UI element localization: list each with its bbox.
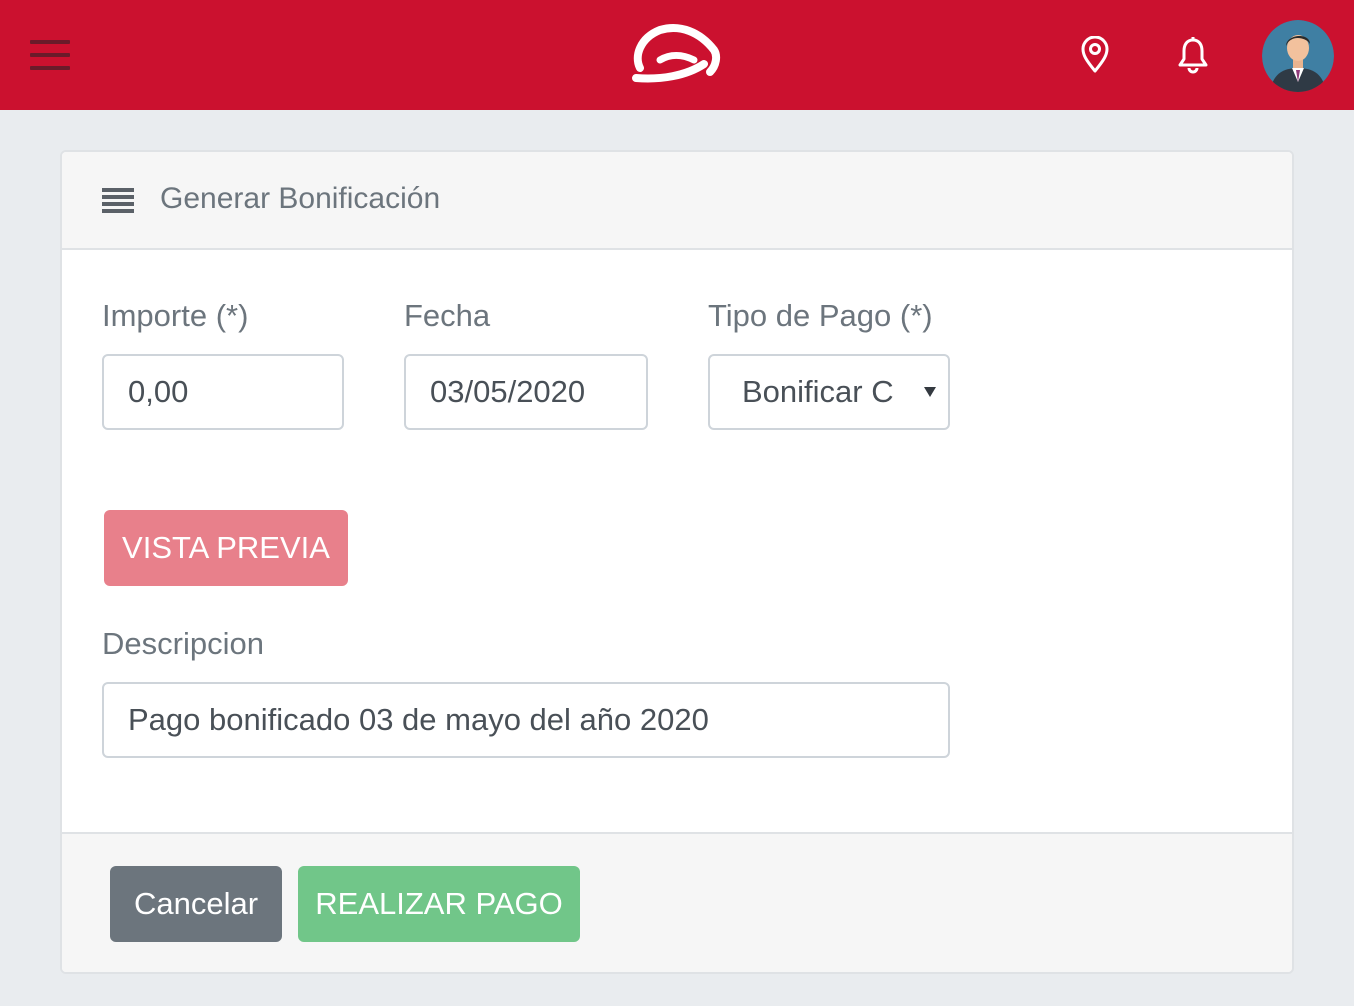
- list-icon: [102, 188, 134, 214]
- brand-logo[interactable]: [630, 20, 722, 88]
- descripcion-input[interactable]: Pago bonificado 03 de mayo del año 2020: [102, 682, 950, 758]
- user-avatar[interactable]: [1262, 20, 1334, 92]
- bonus-card: Generar Bonificación Importe (*) 0,00 Fe…: [60, 150, 1294, 974]
- bell-icon[interactable]: [1176, 36, 1210, 74]
- fecha-label: Fecha: [404, 298, 491, 333]
- card-header: Generar Bonificación: [62, 152, 1292, 250]
- card-footer: Cancelar REALIZAR PAGO: [62, 832, 1292, 972]
- cancel-button[interactable]: Cancelar: [110, 866, 282, 942]
- tipo-pago-select[interactable]: Bonificar C: [708, 354, 950, 430]
- tipo-pago-value: Bonificar C: [742, 374, 894, 409]
- importe-label: Importe (*): [102, 298, 249, 333]
- make-payment-button[interactable]: REALIZAR PAGO: [298, 866, 580, 942]
- chevron-down-icon: [924, 387, 936, 397]
- tipo-pago-label: Tipo de Pago (*): [708, 298, 933, 333]
- descripcion-label: Descripcion: [102, 626, 264, 661]
- location-pin-icon[interactable]: [1078, 36, 1112, 74]
- importe-input[interactable]: 0,00: [102, 354, 344, 430]
- fecha-input[interactable]: 03/05/2020: [404, 354, 648, 430]
- card-title: Generar Bonificación: [160, 182, 441, 215]
- preview-button[interactable]: VISTA PREVIA: [104, 510, 348, 586]
- top-navbar: [0, 0, 1354, 110]
- hamburger-menu-icon[interactable]: [30, 40, 70, 72]
